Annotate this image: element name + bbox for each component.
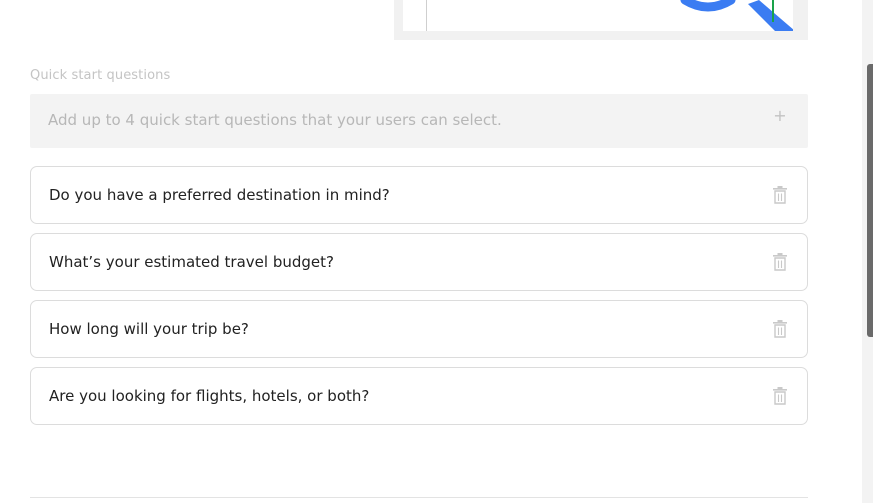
quick-question-item[interactable]: Are you looking for flights, hotels, or … bbox=[30, 367, 808, 425]
quick-question-text[interactable]: What’s your estimated travel budget? bbox=[49, 253, 334, 271]
preview-image-frame bbox=[394, 0, 808, 40]
quick-question-item[interactable]: How long will your trip be? bbox=[30, 300, 808, 358]
trash-icon[interactable] bbox=[772, 320, 788, 338]
section-divider bbox=[30, 497, 808, 498]
magnifier-icon bbox=[680, 0, 793, 31]
quick-question-item[interactable]: Do you have a preferred destination in m… bbox=[30, 166, 808, 224]
quick-question-text[interactable]: How long will your trip be? bbox=[49, 320, 249, 338]
quick-question-text[interactable]: Do you have a preferred destination in m… bbox=[49, 186, 390, 204]
scrollbar-thumb[interactable] bbox=[867, 64, 873, 337]
trash-icon[interactable] bbox=[772, 387, 788, 405]
page: Quick start questions Add up to 4 quick … bbox=[0, 0, 873, 503]
quick-question-text[interactable]: Are you looking for flights, hotels, or … bbox=[49, 387, 369, 405]
quick-start-label: Quick start questions bbox=[30, 68, 171, 83]
quick-question-item[interactable]: What’s your estimated travel budget? bbox=[30, 233, 808, 291]
plus-icon[interactable]: + bbox=[772, 108, 788, 124]
add-question-placeholder: Add up to 4 quick start questions that y… bbox=[48, 111, 502, 129]
preview-image bbox=[403, 0, 793, 31]
trash-icon[interactable] bbox=[772, 253, 788, 271]
add-question-input[interactable]: Add up to 4 quick start questions that y… bbox=[30, 94, 808, 148]
trash-icon[interactable] bbox=[772, 186, 788, 204]
